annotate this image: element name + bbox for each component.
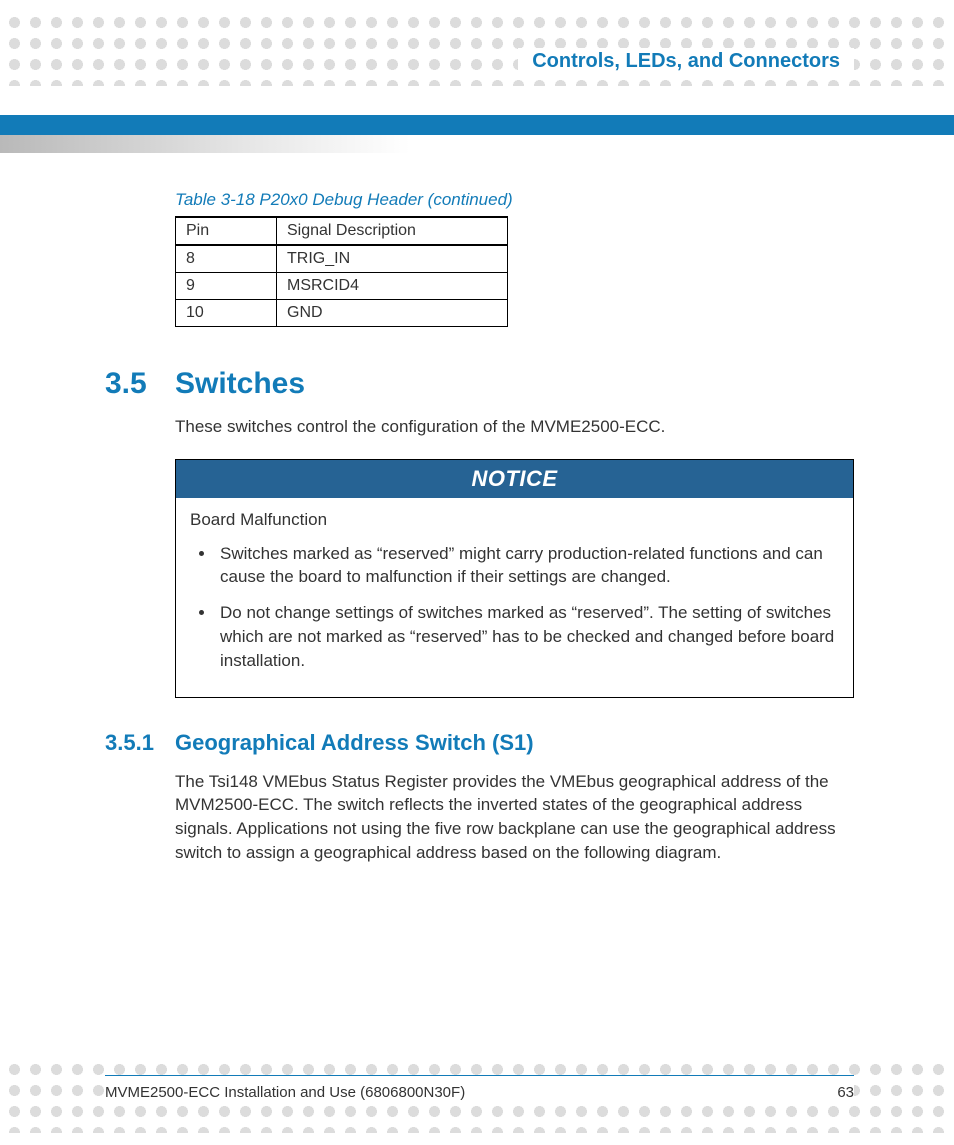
section-title: Switches — [175, 367, 305, 401]
cell-signal: TRIG_IN — [277, 245, 508, 273]
notice-item: Switches marked as “reserved” might carr… — [216, 542, 839, 590]
notice-subtitle: Board Malfunction — [190, 508, 839, 532]
table-header-pin: Pin — [176, 217, 277, 245]
section-intro: These switches control the configuration… — [175, 415, 854, 439]
footer-doc-title: MVME2500-ECC Installation and Use (68068… — [105, 1084, 465, 1101]
header-bar-shadow — [0, 135, 410, 153]
notice-label: NOTICE — [176, 460, 853, 498]
table-row: 8 TRIG_IN — [176, 245, 508, 273]
header-bar — [0, 115, 954, 135]
cell-signal: MSRCID4 — [277, 273, 508, 300]
subsection-number: 3.5.1 — [105, 730, 175, 756]
subsection-body: The Tsi148 VMEbus Status Register provid… — [175, 770, 854, 865]
table-caption: Table 3-18 P20x0 Debug Header (continued… — [175, 190, 854, 210]
chapter-title: Controls, LEDs, and Connectors — [518, 48, 854, 75]
subsection-title: Geographical Address Switch (S1) — [175, 730, 534, 756]
footer-page-number: 63 — [837, 1084, 854, 1101]
cell-pin: 8 — [176, 245, 277, 273]
cell-pin: 9 — [176, 273, 277, 300]
table-header-signal: Signal Description — [277, 217, 508, 245]
table-row: 9 MSRCID4 — [176, 273, 508, 300]
debug-header-table: Pin Signal Description 8 TRIG_IN 9 MSRCI… — [175, 216, 508, 327]
notice-item: Do not change settings of switches marke… — [216, 601, 839, 672]
page-footer: MVME2500-ECC Installation and Use (68068… — [105, 1075, 854, 1101]
cell-signal: GND — [277, 300, 508, 327]
notice-box: NOTICE Board Malfunction Switches marked… — [175, 459, 854, 698]
cell-pin: 10 — [176, 300, 277, 327]
table-header-row: Pin Signal Description — [176, 217, 508, 245]
table-row: 10 GND — [176, 300, 508, 327]
section-number: 3.5 — [105, 367, 175, 401]
